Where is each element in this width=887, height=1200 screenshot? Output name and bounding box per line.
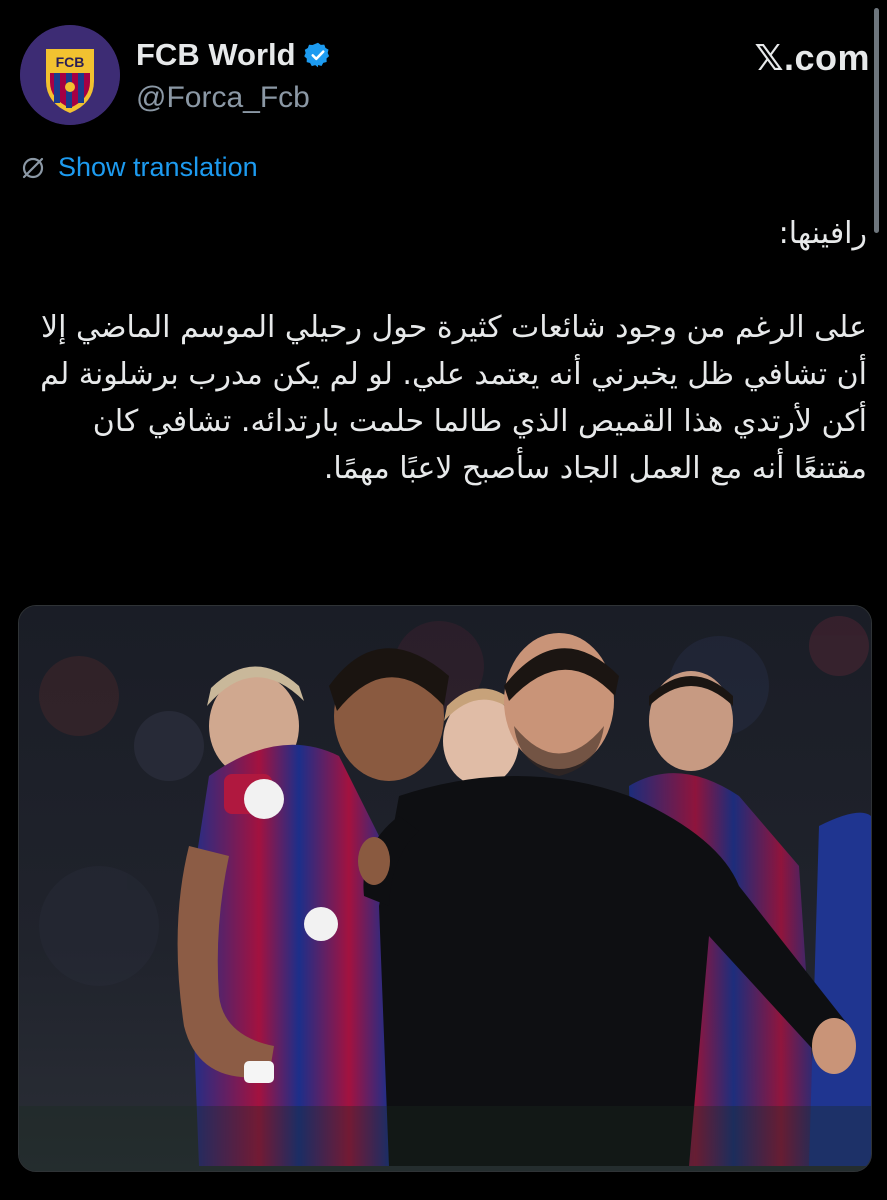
globe-slash-icon — [20, 155, 46, 181]
show-translation-row[interactable]: Show translation — [20, 152, 258, 183]
svg-text:FCB: FCB — [56, 54, 85, 70]
scrollbar[interactable] — [874, 8, 879, 233]
photo-players — [19, 606, 871, 1171]
tweet-paragraph-quote-author: رافينها: — [778, 216, 867, 251]
tweet-text: رافينها: على الرغم من وجود شائعات كثيرة … — [27, 210, 867, 492]
show-translation-link[interactable]: Show translation — [58, 152, 258, 183]
user-info[interactable]: FCB World @Forca_Fcb — [136, 37, 332, 115]
tweet-media-photo[interactable] — [18, 605, 872, 1172]
display-name[interactable]: FCB World — [136, 37, 296, 73]
tweet-header: FCB FCB World @Forca_Fcb 𝕏.com — [20, 25, 870, 125]
user-handle[interactable]: @Forca_Fcb — [136, 81, 332, 115]
x-logo: 𝕏.com — [754, 37, 870, 78]
fcb-crest-icon: FCB — [20, 25, 120, 125]
verified-badge-icon — [303, 41, 332, 69]
tweet-paragraph-body: على الرغم من وجود شائعات كثيرة حول رحيلي… — [40, 310, 867, 486]
avatar[interactable]: FCB — [20, 25, 120, 125]
